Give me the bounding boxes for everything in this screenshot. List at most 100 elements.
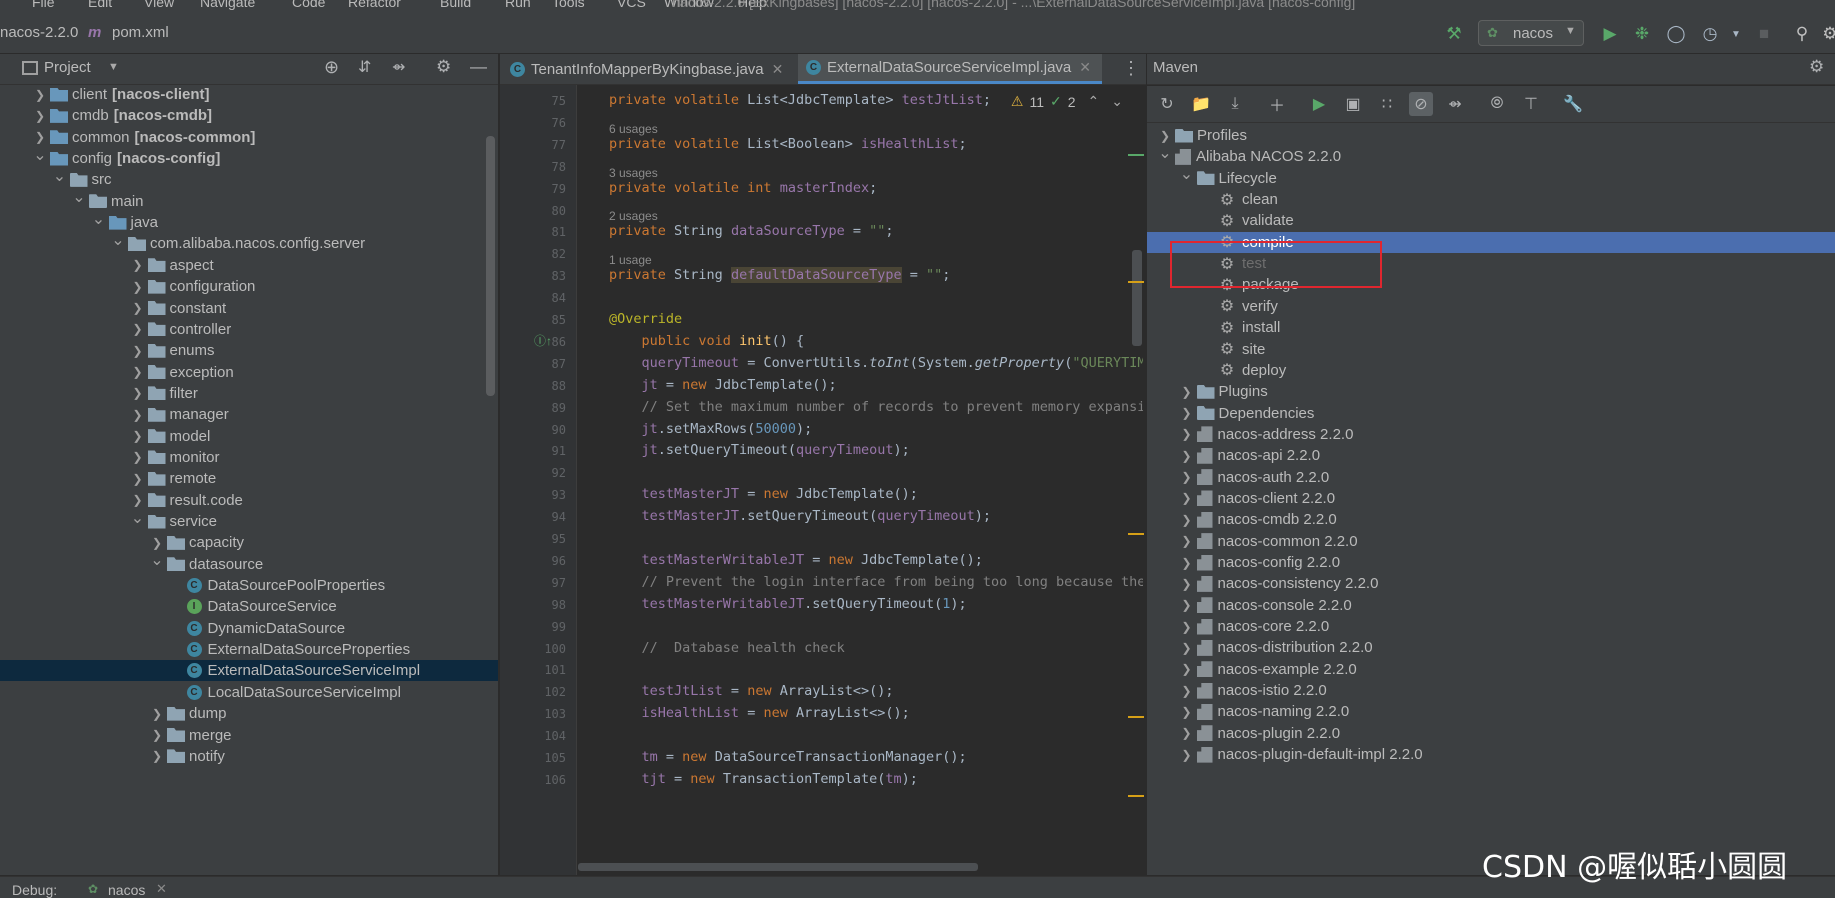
chevron-right-icon[interactable]: ❯ bbox=[149, 749, 165, 763]
lifecycle-goal-validate[interactable]: ⚙ validate bbox=[1147, 210, 1835, 231]
editor-horizontal-scrollbar[interactable] bbox=[578, 863, 978, 871]
debug-bug-icon[interactable]: ❉ bbox=[1630, 22, 1654, 46]
code-line[interactable]: private String dataSourceType = ""; bbox=[609, 223, 894, 239]
menu-item-refactor[interactable]: Refactor bbox=[348, 0, 401, 10]
code-line[interactable]: private volatile List<JdbcTemplate> test… bbox=[609, 92, 991, 108]
profiler-icon[interactable]: ◷ bbox=[1698, 22, 1722, 46]
tree-item[interactable]: ❯ merge bbox=[0, 725, 498, 746]
tree-item[interactable]: ⌄ service bbox=[0, 508, 498, 532]
maven-tree-item[interactable]: ❯ Plugins bbox=[1147, 381, 1835, 402]
tab-menu-icon[interactable]: ⋮ bbox=[1122, 58, 1140, 79]
usages-hint[interactable]: 1 usage bbox=[609, 253, 652, 267]
code-editor[interactable]: ⚠ 11 ✓ 2 ⌃ ⌄ private volatile List<JdbcT… bbox=[577, 85, 1143, 875]
code-line[interactable]: queryTimeout = ConvertUtils.toInt(System… bbox=[609, 355, 1143, 371]
tree-item[interactable]: ❯ aspect bbox=[0, 255, 498, 276]
reload-icon[interactable]: ↻ bbox=[1155, 92, 1179, 116]
project-scrollbar[interactable] bbox=[486, 136, 495, 396]
tree-item[interactable]: C DynamicDataSource bbox=[0, 618, 498, 639]
chevron-right-icon[interactable]: ❯ bbox=[32, 130, 48, 144]
chevron-down-icon[interactable]: ⌄ bbox=[52, 166, 68, 186]
hide-panel-icon[interactable]: — bbox=[470, 57, 487, 77]
tree-item[interactable]: ⌄ java bbox=[0, 211, 498, 233]
maven-tree-item[interactable]: ⌄ Alibaba NACOS 2.2.0 bbox=[1147, 145, 1835, 167]
tab-tenant-info-mapper[interactable]: C TenantInfoMapperByKingbase.java ✕ bbox=[508, 54, 794, 84]
run-configuration-select[interactable]: ✿ nacos ▼ bbox=[1478, 20, 1584, 46]
chevron-right-icon[interactable]: ❯ bbox=[130, 301, 146, 315]
tree-item[interactable]: ⌄ config [nacos-config] bbox=[0, 147, 498, 169]
expand-all-icon[interactable]: ⊤ bbox=[1519, 92, 1543, 116]
maven-tree-item[interactable]: ❯ nacos-consistency 2.2.0 bbox=[1147, 573, 1835, 594]
maven-tree-item[interactable]: ❯ nacos-example 2.2.0 bbox=[1147, 659, 1835, 680]
chevron-down-icon[interactable]: ⌄ bbox=[130, 508, 146, 528]
maven-tree-item[interactable]: ❯ nacos-cmdb 2.2.0 bbox=[1147, 509, 1835, 530]
maven-tree-item[interactable]: ❯ Dependencies bbox=[1147, 403, 1835, 424]
tree-item[interactable]: ❯ capacity bbox=[0, 532, 498, 553]
maven-settings-icon[interactable]: ⚙ bbox=[1809, 57, 1824, 77]
usages-hint[interactable]: 6 usages bbox=[609, 122, 658, 136]
chevron-right-icon[interactable]: ❯ bbox=[130, 258, 146, 272]
menu-item-build[interactable]: Build bbox=[440, 0, 471, 10]
project-panel-title[interactable]: Project bbox=[44, 59, 91, 76]
collapse-all-icon[interactable]: ⇴ bbox=[392, 57, 405, 77]
tree-item[interactable]: ❯ enums bbox=[0, 340, 498, 361]
tree-item[interactable]: ❯ dump bbox=[0, 703, 498, 724]
code-line[interactable]: // Database health check bbox=[609, 640, 845, 656]
code-line[interactable]: jt.setMaxRows(50000); bbox=[609, 421, 813, 437]
code-line[interactable]: // Prevent the login interface from bein… bbox=[609, 574, 1143, 590]
expand-all-icon[interactable]: ⇵ bbox=[358, 57, 371, 77]
chevron-right-icon[interactable]: ❯ bbox=[149, 728, 165, 742]
tree-item[interactable]: ❯ monitor bbox=[0, 447, 498, 468]
chevron-right-icon[interactable]: ❯ bbox=[32, 109, 48, 123]
stop-icon[interactable]: ■ bbox=[1752, 22, 1776, 46]
maven-tree-item[interactable]: ❯ nacos-distribution 2.2.0 bbox=[1147, 637, 1835, 658]
code-line[interactable]: testMasterJT = new JdbcTemplate(); bbox=[609, 486, 918, 502]
menu-item-code[interactable]: Code bbox=[292, 0, 325, 10]
chevron-right-icon[interactable]: ❯ bbox=[1179, 684, 1195, 698]
chevron-right-icon[interactable]: ❯ bbox=[149, 707, 165, 721]
tree-item[interactable]: ⌄ datasource bbox=[0, 552, 498, 575]
chevron-right-icon[interactable]: ❯ bbox=[1157, 129, 1173, 143]
chevron-right-icon[interactable]: ❯ bbox=[1179, 470, 1195, 484]
chevron-down-icon[interactable]: ⌄ bbox=[149, 550, 165, 570]
menu-item-view[interactable]: View bbox=[144, 0, 174, 10]
code-line[interactable]: public void init() { bbox=[609, 333, 805, 349]
previous-highlight-icon[interactable]: ⌃ bbox=[1088, 93, 1100, 110]
tree-item[interactable]: ❯ controller bbox=[0, 319, 498, 340]
tree-item[interactable]: ❯ exception bbox=[0, 362, 498, 383]
maven-tree-item[interactable]: ❯ Profiles bbox=[1147, 125, 1835, 146]
maven-tree-item[interactable]: ❯ nacos-address 2.2.0 bbox=[1147, 424, 1835, 445]
chevron-right-icon[interactable]: ❯ bbox=[130, 344, 146, 358]
debug-config-tab[interactable]: nacos bbox=[108, 882, 145, 898]
tree-item[interactable]: ❯ common [nacos-common] bbox=[0, 127, 498, 148]
chevron-right-icon[interactable]: ❯ bbox=[1179, 598, 1195, 612]
chevron-right-icon[interactable]: ❯ bbox=[1179, 577, 1195, 591]
breadcrumb-project[interactable]: nacos-2.2.0 bbox=[0, 24, 78, 41]
download-icon[interactable]: ⤓ bbox=[1223, 92, 1247, 116]
coverage-icon[interactable]: ◯ bbox=[1664, 22, 1688, 46]
code-line[interactable]: jt.setQueryTimeout(queryTimeout); bbox=[609, 442, 910, 458]
search-icon[interactable]: ⚲ bbox=[1790, 22, 1814, 46]
tree-item[interactable]: ❯ filter bbox=[0, 383, 498, 404]
maven-tree-item[interactable]: ❯ nacos-common 2.2.0 bbox=[1147, 531, 1835, 552]
tree-item[interactable]: ❯ model bbox=[0, 426, 498, 447]
tree-item[interactable]: ⌄ main bbox=[0, 189, 498, 212]
tree-item[interactable]: ❯ result.code bbox=[0, 490, 498, 511]
code-line[interactable]: testJtList = new ArrayList<>(); bbox=[609, 683, 894, 699]
run-maven-build-icon[interactable]: ▶ bbox=[1307, 92, 1331, 116]
code-line[interactable]: private volatile List<Boolean> isHealthL… bbox=[609, 136, 967, 152]
chevron-right-icon[interactable]: ❯ bbox=[130, 322, 146, 336]
code-line[interactable]: @Override bbox=[609, 311, 682, 327]
chevron-right-icon[interactable]: ❯ bbox=[1179, 726, 1195, 740]
chevron-right-icon[interactable]: ❯ bbox=[1179, 620, 1195, 634]
execute-goal-icon[interactable]: ▣ bbox=[1341, 92, 1365, 116]
code-line[interactable]: testMasterJT.setQueryTimeout(queryTimeou… bbox=[609, 508, 992, 524]
chevron-right-icon[interactable]: ❯ bbox=[1179, 406, 1195, 420]
maven-settings-wrench-icon[interactable]: 🔧 bbox=[1561, 92, 1585, 116]
override-gutter-icon[interactable]: Ⓘ↑ bbox=[534, 332, 552, 349]
chevron-right-icon[interactable]: ❯ bbox=[1179, 513, 1195, 527]
chevron-right-icon[interactable]: ❯ bbox=[130, 472, 146, 486]
chevron-right-icon[interactable]: ❯ bbox=[1179, 641, 1195, 655]
breadcrumb-file[interactable]: pom.xml bbox=[112, 24, 169, 41]
tree-item[interactable]: C ExternalDataSourceServiceImpl bbox=[0, 660, 498, 682]
menu-item-vcs[interactable]: VCS bbox=[617, 0, 646, 10]
